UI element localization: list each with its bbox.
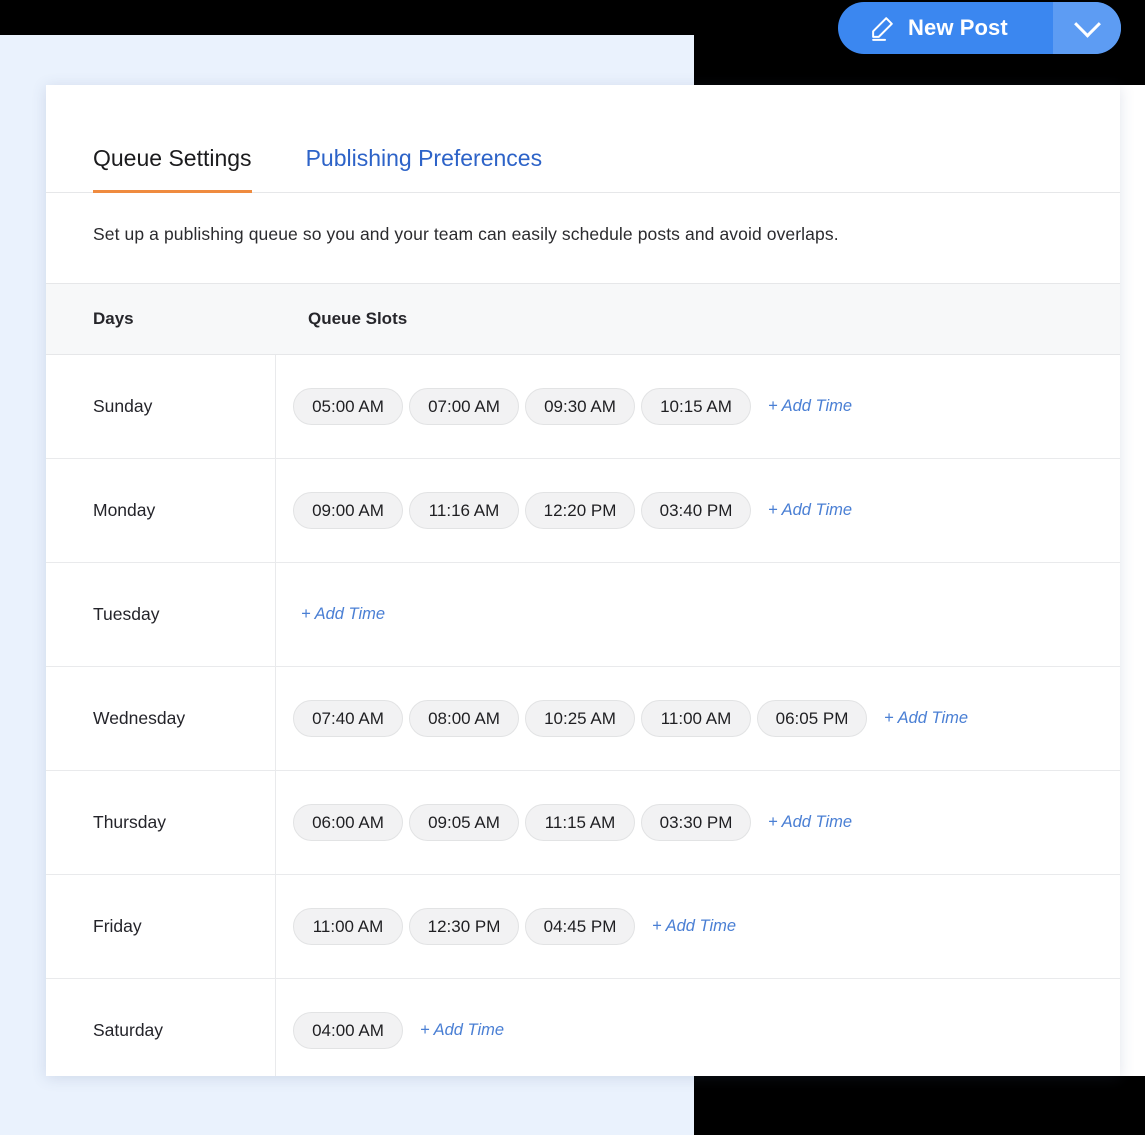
add-time-link[interactable]: + Add Time (768, 813, 852, 832)
pencil-icon (868, 14, 896, 42)
day-label-saturday: Saturday (46, 1020, 275, 1041)
day-label-sunday: Sunday (46, 396, 275, 417)
queue-slots-table: Days Queue Slots Sunday 05:00 AM 07:00 A… (46, 283, 1120, 1076)
add-time-link[interactable]: + Add Time (420, 1021, 504, 1040)
time-slot-pill[interactable]: 10:15 AM (641, 388, 751, 425)
time-slot-pill[interactable]: 07:40 AM (293, 700, 403, 737)
time-slot-pill[interactable]: 07:00 AM (409, 388, 519, 425)
time-slot-pill[interactable]: 04:45 PM (525, 908, 635, 945)
slots-cell-saturday: 04:00 AM + Add Time (275, 979, 1120, 1076)
time-slot-pill[interactable]: 11:15 AM (525, 804, 635, 841)
table-row: Saturday 04:00 AM + Add Time (46, 979, 1120, 1076)
time-slot-pill[interactable]: 04:00 AM (293, 1012, 403, 1049)
tab-queue-settings[interactable]: Queue Settings (93, 145, 252, 192)
column-header-queue-slots: Queue Slots (275, 309, 1120, 329)
slot-list-friday: 11:00 AM 12:30 PM 04:45 PM + Add Time (293, 904, 736, 949)
time-slot-pill[interactable]: 10:25 AM (525, 700, 635, 737)
page-description: Set up a publishing queue so you and you… (46, 193, 1120, 245)
slot-list-sunday: 05:00 AM 07:00 AM 09:30 AM 10:15 AM + Ad… (293, 384, 852, 429)
slot-list-wednesday: 07:40 AM 08:00 AM 10:25 AM 11:00 AM 06:0… (293, 696, 968, 741)
queue-settings-card: Queue Settings Publishing Preferences Se… (46, 85, 1120, 1076)
time-slot-pill[interactable]: 09:30 AM (525, 388, 635, 425)
slots-cell-friday: 11:00 AM 12:30 PM 04:45 PM + Add Time (275, 875, 1120, 978)
slots-cell-monday: 09:00 AM 11:16 AM 12:20 PM 03:40 PM + Ad… (275, 459, 1120, 562)
time-slot-pill[interactable]: 11:16 AM (409, 492, 519, 529)
tab-bar: Queue Settings Publishing Preferences (46, 85, 1120, 193)
table-row: Monday 09:00 AM 11:16 AM 12:20 PM 03:40 … (46, 459, 1120, 563)
slots-cell-thursday: 06:00 AM 09:05 AM 11:15 AM 03:30 PM + Ad… (275, 771, 1120, 874)
column-header-days: Days (46, 309, 275, 329)
slot-list-tuesday: + Add Time (293, 605, 385, 624)
add-time-link[interactable]: + Add Time (768, 397, 852, 416)
table-header-row: Days Queue Slots (46, 284, 1120, 355)
slot-list-thursday: 06:00 AM 09:05 AM 11:15 AM 03:30 PM + Ad… (293, 800, 852, 845)
tab-publishing-preferences[interactable]: Publishing Preferences (306, 145, 543, 192)
backdrop-bottom-strip (0, 1076, 694, 1135)
tab-queue-settings-label: Queue Settings (93, 145, 252, 171)
chevron-down-icon (1074, 10, 1101, 37)
slot-list-saturday: 04:00 AM + Add Time (293, 1008, 504, 1053)
add-time-link[interactable]: + Add Time (768, 501, 852, 520)
slots-cell-tuesday: + Add Time (275, 563, 1120, 666)
new-post-button[interactable]: New Post (838, 2, 1121, 54)
backdrop-left-strip (0, 85, 46, 1076)
table-row: Friday 11:00 AM 12:30 PM 04:45 PM + Add … (46, 875, 1120, 979)
day-label-monday: Monday (46, 500, 275, 521)
time-slot-pill[interactable]: 08:00 AM (409, 700, 519, 737)
new-post-main-action[interactable]: New Post (838, 2, 1053, 54)
time-slot-pill[interactable]: 09:00 AM (293, 492, 403, 529)
time-slot-pill[interactable]: 09:05 AM (409, 804, 519, 841)
table-row: Wednesday 07:40 AM 08:00 AM 10:25 AM 11:… (46, 667, 1120, 771)
day-label-tuesday: Tuesday (46, 604, 275, 625)
slots-cell-sunday: 05:00 AM 07:00 AM 09:30 AM 10:15 AM + Ad… (275, 355, 1120, 458)
time-slot-pill[interactable]: 12:30 PM (409, 908, 519, 945)
new-post-dropdown-toggle[interactable] (1053, 2, 1121, 54)
new-post-label: New Post (908, 15, 1008, 41)
add-time-link[interactable]: + Add Time (652, 917, 736, 936)
day-label-thursday: Thursday (46, 812, 275, 833)
time-slot-pill[interactable]: 06:00 AM (293, 804, 403, 841)
day-label-friday: Friday (46, 916, 275, 937)
time-slot-pill[interactable]: 06:05 PM (757, 700, 867, 737)
table-row: Sunday 05:00 AM 07:00 AM 09:30 AM 10:15 … (46, 355, 1120, 459)
slot-list-monday: 09:00 AM 11:16 AM 12:20 PM 03:40 PM + Ad… (293, 488, 852, 533)
day-label-wednesday: Wednesday (46, 708, 275, 729)
time-slot-pill[interactable]: 03:30 PM (641, 804, 751, 841)
time-slot-pill[interactable]: 11:00 AM (293, 908, 403, 945)
time-slot-pill[interactable]: 05:00 AM (293, 388, 403, 425)
time-slot-pill[interactable]: 03:40 PM (641, 492, 751, 529)
table-row: Thursday 06:00 AM 09:05 AM 11:15 AM 03:3… (46, 771, 1120, 875)
tab-publishing-preferences-label: Publishing Preferences (306, 145, 543, 171)
table-row: Tuesday + Add Time (46, 563, 1120, 667)
time-slot-pill[interactable]: 11:00 AM (641, 700, 751, 737)
add-time-link[interactable]: + Add Time (301, 605, 385, 624)
slots-cell-wednesday: 07:40 AM 08:00 AM 10:25 AM 11:00 AM 06:0… (275, 667, 1120, 770)
add-time-link[interactable]: + Add Time (884, 709, 968, 728)
time-slot-pill[interactable]: 12:20 PM (525, 492, 635, 529)
